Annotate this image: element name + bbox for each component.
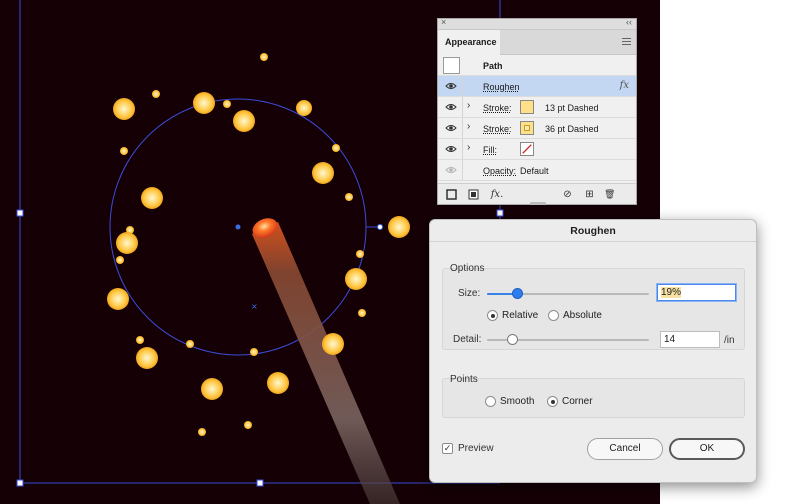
ok-button[interactable]: OK [669,438,745,460]
smooth-label[interactable]: Smooth [500,396,534,407]
detail-input[interactable]: 14 [660,331,720,348]
path-title: Path [483,61,503,71]
detail-slider-thumb[interactable] [507,334,518,345]
bbox-handle-bottom[interactable] [256,479,264,487]
detail-label: Detail: [453,334,482,345]
cancel-button[interactable]: Cancel [587,438,663,460]
no-fill-swatch[interactable] [520,142,534,156]
corner-radio[interactable] [547,396,558,407]
opacity-label[interactable]: Opacity: [483,166,516,176]
eye-icon [445,167,457,173]
origin-marker: × [251,302,258,311]
stroke-swatch[interactable] [520,100,534,114]
size-input[interactable]: 19% [657,284,736,301]
path-thumbnail [443,57,460,74]
clear-appearance-icon[interactable]: ⊘ [562,189,573,200]
roughen-effect-row[interactable]: Roughen fx [438,76,636,97]
preview-label[interactable]: Preview [458,443,494,454]
stroke-label[interactable]: Stroke: [483,124,512,134]
fill-row[interactable]: › Fill: [438,139,636,160]
bbox-handle-bottom-left[interactable] [16,479,24,487]
delete-item-icon[interactable]: 🗑 [604,189,615,200]
stroke-row-1[interactable]: › Stroke: 13 pt Dashed [438,97,636,118]
roughen-label[interactable]: Roughen [483,82,520,92]
panel-tabbar: Appearance [438,30,636,55]
points-label: Points [450,374,478,385]
fx-icon: fx [619,80,629,91]
fx-menu-icon[interactable]: fx. [489,189,505,200]
add-fill-icon[interactable] [468,189,479,200]
illustrator-workspace: × × ‹‹ Appearance Path Roughen fx › Stro… [0,0,800,504]
appearance-panel: × ‹‹ Appearance Path Roughen fx › Stroke… [437,17,637,205]
chevron-right-icon[interactable]: › [467,142,470,153]
opacity-value: Default [520,166,549,176]
size-label: Size: [458,288,481,299]
chevron-right-icon[interactable]: › [467,100,470,111]
duplicate-item-icon[interactable]: ⊞ [584,189,595,200]
smooth-radio[interactable] [485,396,496,407]
fill-label[interactable]: Fill: [483,145,497,155]
stroke-value: 13 pt Dashed [545,103,599,113]
relative-radio[interactable] [487,310,498,321]
chevron-right-icon[interactable]: › [467,121,470,132]
collapse-icon[interactable]: ‹‹ [626,17,632,27]
close-icon[interactable]: × [441,17,446,27]
eye-icon[interactable] [445,144,457,154]
stroke-label[interactable]: Stroke: [483,103,512,113]
options-label: Options [450,263,485,274]
size-value: 19% [661,287,682,298]
panel-resize-handle[interactable] [530,202,546,205]
dialog-title: Roughen [430,220,756,242]
panel-titlebar[interactable]: × ‹‹ [438,17,636,30]
panel-footer: fx. ⊘ ⊞ 🗑 [438,183,636,205]
corner-label[interactable]: Corner [562,396,593,407]
stroke-row-2[interactable]: › Stroke: 36 pt Dashed [438,118,636,139]
bbox-handle-right[interactable] [496,209,504,217]
eye-icon[interactable] [445,102,457,112]
absolute-radio[interactable] [548,310,559,321]
brush-stroke [252,218,400,504]
hamburger-icon[interactable] [622,38,631,46]
absolute-label[interactable]: Absolute [563,310,602,321]
detail-unit: /in [724,335,735,346]
center-point [235,224,241,230]
add-stroke-icon[interactable] [446,189,457,200]
stroke-value: 36 pt Dashed [545,124,599,134]
roughen-dialog: Roughen Options Size: 19% Relative Absol… [429,219,757,483]
opacity-row[interactable]: Opacity: Default [438,160,636,181]
tab-appearance[interactable]: Appearance [438,30,500,55]
relative-label[interactable]: Relative [502,310,538,321]
preview-checkbox[interactable]: ✓ [442,443,453,454]
bbox-handle-left[interactable] [16,209,24,217]
eye-icon[interactable] [445,81,457,91]
stroke-swatch[interactable] [520,121,534,135]
path-row[interactable]: Path [438,55,636,76]
eye-icon[interactable] [445,123,457,133]
path-anchor-handle[interactable] [377,224,383,230]
